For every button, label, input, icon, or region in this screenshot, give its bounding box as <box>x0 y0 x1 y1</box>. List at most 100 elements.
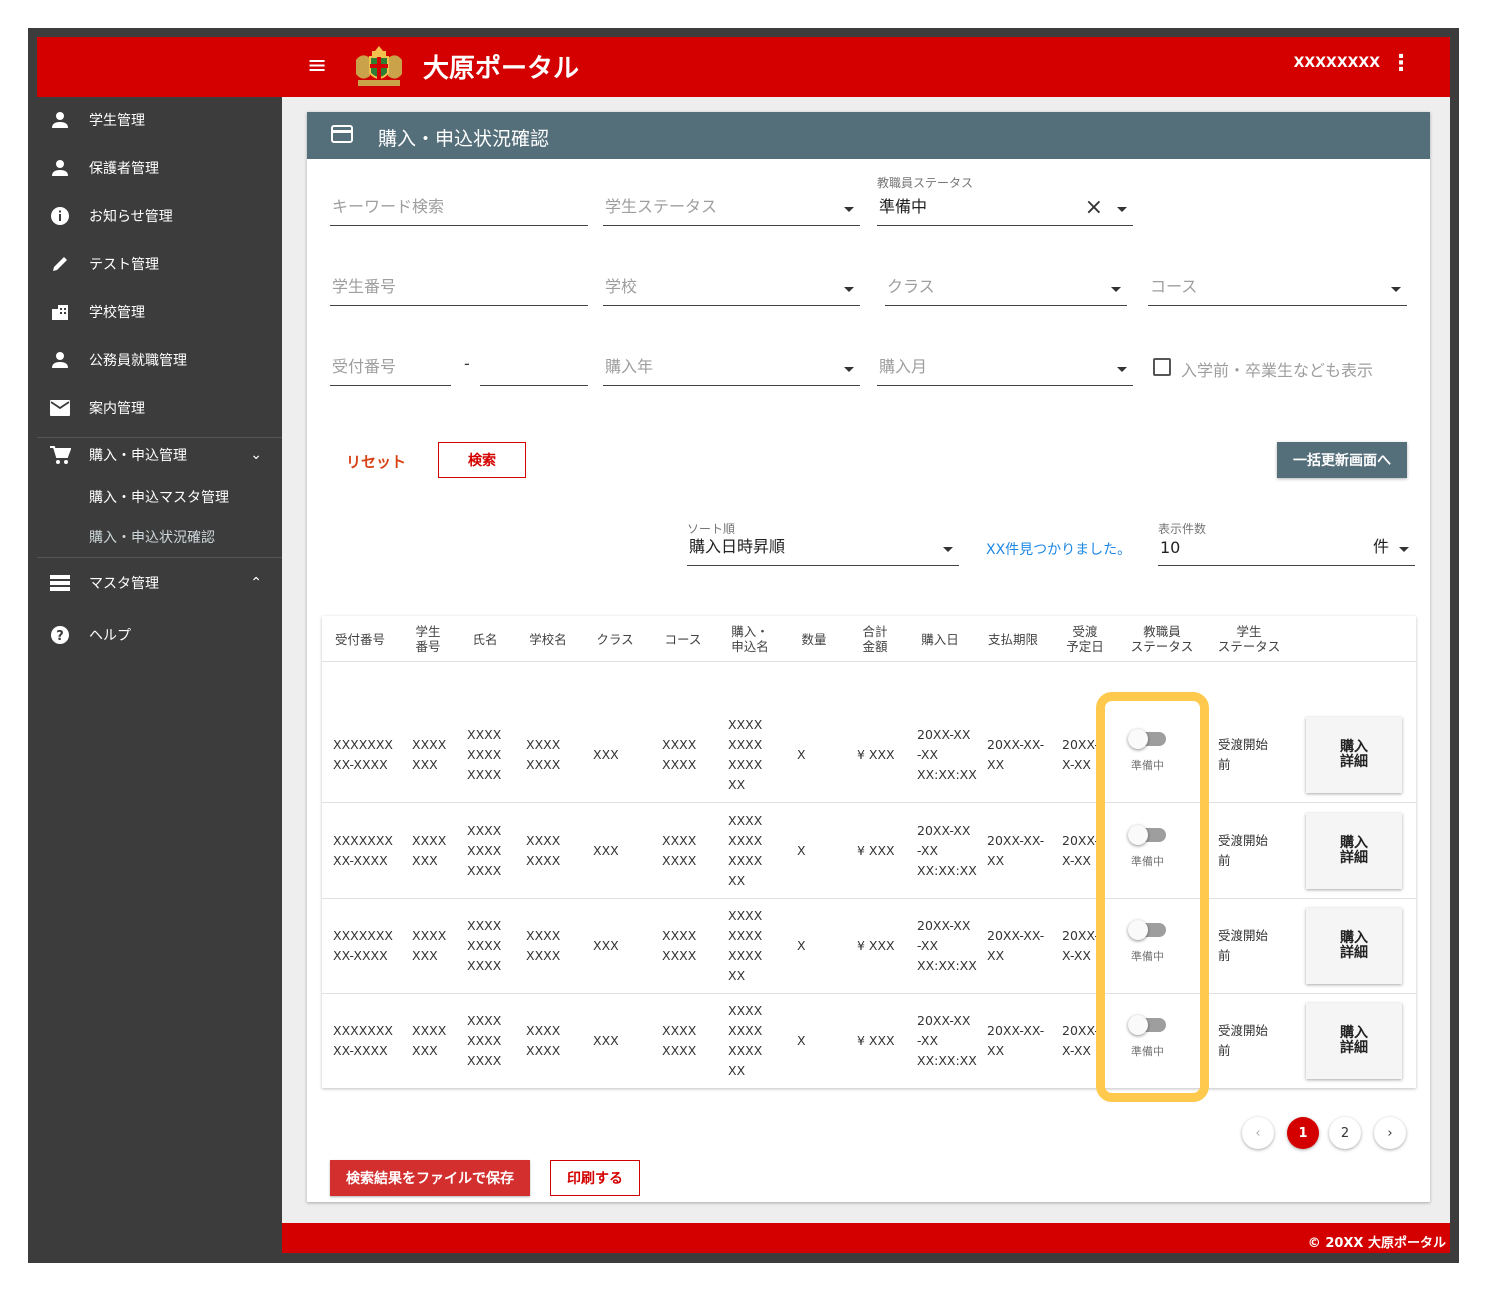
student-status-select[interactable]: 学生ステータス <box>603 186 860 226</box>
sidebar-item-notices[interactable]: お知らせ管理 <box>37 194 282 238</box>
include-graduates-checkbox[interactable] <box>1153 358 1171 376</box>
cell-name: XXXX XXXX XXXX <box>467 918 502 973</box>
app-header: ≡ 大原ポータル XXXXXXXX ⋮ <box>37 37 1450 97</box>
hamburger-menu-icon[interactable]: ≡ <box>307 53 327 77</box>
copyright-text: © 20XX 大原ポータル <box>1307 1236 1446 1251</box>
results-count-text: XX件見つかりました。 <box>986 542 1132 558</box>
cell-school: XXXX XXXX <box>526 833 561 868</box>
cell-receipt-number: XXXXXXX XX-XXXX <box>333 737 393 772</box>
cell-class: XXX <box>593 747 619 762</box>
sidebar-item-purchases[interactable]: 購入・申込管理 ⌄ <box>37 433 282 477</box>
sidebar-item-guides[interactable]: 案内管理 <box>37 386 282 430</box>
sidebar-subitem-purchase-master[interactable]: 購入・申込マスタ管理 <box>89 487 229 507</box>
bulk-update-button[interactable]: 一括更新画面へ <box>1277 442 1407 478</box>
chevron-down-icon[interactable]: ⌄ <box>250 447 262 463</box>
sidebar-item-master[interactable]: マスタ管理 ⌃ <box>37 561 282 605</box>
dropdown-arrow-icon <box>1111 287 1121 292</box>
sidebar-item-help[interactable]: ? ヘルプ <box>37 613 282 657</box>
cell-delivery-date: 20XX- X-XX <box>1062 737 1099 772</box>
cell-class: XXX <box>593 938 619 953</box>
staff-status-select[interactable]: 教職員ステータス 準備中 × <box>877 176 1133 226</box>
sort-order-select[interactable]: ソート順 購入日時昇順 <box>687 522 959 566</box>
purchase-year-select[interactable]: 購入年 <box>603 346 860 386</box>
clear-icon[interactable]: × <box>1085 197 1103 219</box>
sidebar-item-schools[interactable]: 学校管理 <box>37 290 282 334</box>
cell-delivery-date: 20XX- X-XX <box>1062 1023 1099 1058</box>
cell-course: XXXX XXXX <box>662 833 697 868</box>
next-page-icon[interactable]: › <box>1374 1117 1406 1149</box>
list-icon <box>49 572 71 594</box>
print-button[interactable]: 印刷する <box>550 1160 640 1196</box>
table-header: 学生 ステータス <box>1217 624 1281 654</box>
crest-logo-icon <box>356 46 402 86</box>
dropdown-arrow-icon <box>1117 207 1127 212</box>
purchase-detail-button[interactable]: 購入 詳細 <box>1306 1003 1402 1079</box>
school-placeholder: 学校 <box>605 277 638 296</box>
receipt-number-placeholder: 受付番号 <box>332 357 397 376</box>
building-icon <box>49 301 71 323</box>
sidebar-item-students[interactable]: 学生管理 <box>37 98 282 142</box>
receipt-separator: - <box>464 354 470 373</box>
more-vert-icon[interactable]: ⋮ <box>1390 51 1412 76</box>
purchase-month-select[interactable]: 購入月 <box>877 346 1133 386</box>
page-button-2[interactable]: 2 <box>1329 1117 1361 1149</box>
course-select[interactable]: コース <box>1148 266 1407 306</box>
sidebar-item-label: 公務員就職管理 <box>89 353 187 369</box>
sidebar-item-tests[interactable]: テスト管理 <box>37 242 282 286</box>
table-header: 受付番号 <box>334 632 386 647</box>
dropdown-arrow-icon <box>943 547 953 552</box>
keyword-placeholder: キーワード検索 <box>332 197 445 216</box>
prev-page-icon[interactable]: ‹ <box>1242 1117 1274 1149</box>
cell-total: ¥ XXX <box>857 1033 895 1048</box>
staff-status-value: 準備中 <box>879 197 928 216</box>
cell-class: XXX <box>593 1033 619 1048</box>
class-select[interactable]: クラス <box>885 266 1127 306</box>
chevron-up-icon[interactable]: ⌃ <box>250 575 262 591</box>
footer: © 20XX 大原ポータル <box>282 1223 1450 1253</box>
save-file-button[interactable]: 検索結果をファイルで保存 <box>330 1160 530 1196</box>
school-select[interactable]: 学校 <box>603 266 860 306</box>
keyword-search-input[interactable]: キーワード検索 <box>330 186 588 226</box>
page-title: 購入・申込状況確認 <box>378 128 550 150</box>
receipt-number-suffix-input[interactable] <box>480 346 588 386</box>
results-table: 受付番号 学生 番号 氏名 学校名 クラス コース 購入・ 申込名 数量 合計 金額 購入日 支払期限 受渡… <box>322 616 1416 1088</box>
sidebar-item-label: ヘルプ <box>89 628 131 644</box>
info-icon <box>49 205 71 227</box>
cell-due-date: 20XX-XX- XX <box>987 737 1045 772</box>
user-name[interactable]: XXXXXXXX <box>1294 55 1380 71</box>
receipt-number-input[interactable]: 受付番号 <box>330 346 451 386</box>
cell-purchase-date: 20XX-XX -XX XX:XX:XX <box>917 1013 977 1068</box>
row-divider <box>322 898 1416 899</box>
svg-text:?: ? <box>56 629 64 644</box>
sidebar-subitem-purchase-status[interactable]: 購入・申込状況確認 <box>89 527 215 547</box>
include-graduates-label: 入学前・卒業生なども表示 <box>1181 361 1374 380</box>
per-page-value: 10 <box>1160 538 1181 557</box>
page-button-1[interactable]: 1 <box>1287 1117 1319 1149</box>
cell-course: XXXX XXXX <box>662 1023 697 1058</box>
row-divider <box>322 993 1416 994</box>
purchase-detail-button[interactable]: 購入 詳細 <box>1306 908 1402 984</box>
table-header: 購入日 <box>921 632 959 647</box>
cell-quantity: X <box>797 938 806 953</box>
sidebar-item-label: マスタ管理 <box>89 576 159 592</box>
dropdown-arrow-icon <box>844 207 854 212</box>
student-number-input[interactable]: 学生番号 <box>330 266 588 306</box>
cell-delivery-date: 20XX- X-XX <box>1062 833 1099 868</box>
row-divider <box>322 802 1416 803</box>
table-header-divider <box>322 661 1416 662</box>
per-page-select[interactable]: 表示件数 10 件 <box>1158 522 1415 566</box>
cell-due-date: 20XX-XX- XX <box>987 833 1045 868</box>
sidebar-item-label: テスト管理 <box>89 257 159 273</box>
cell-name: XXXX XXXX XXXX <box>467 823 502 878</box>
sidebar-item-civil-service[interactable]: 公務員就職管理 <box>37 338 282 382</box>
cell-course: XXXX XXXX <box>662 737 697 772</box>
search-button[interactable]: 検索 <box>438 442 526 478</box>
table-header: 数量 <box>801 632 827 647</box>
purchase-detail-button[interactable]: 購入 詳細 <box>1306 813 1402 889</box>
reset-button[interactable]: リセット <box>346 451 406 472</box>
cell-purchase-date: 20XX-XX -XX XX:XX:XX <box>917 918 977 973</box>
sidebar-item-guardians[interactable]: 保護者管理 <box>37 146 282 190</box>
purchase-detail-button[interactable]: 購入 詳細 <box>1306 717 1402 793</box>
table-header: 学校名 <box>529 632 567 647</box>
cell-quantity: X <box>797 843 806 858</box>
